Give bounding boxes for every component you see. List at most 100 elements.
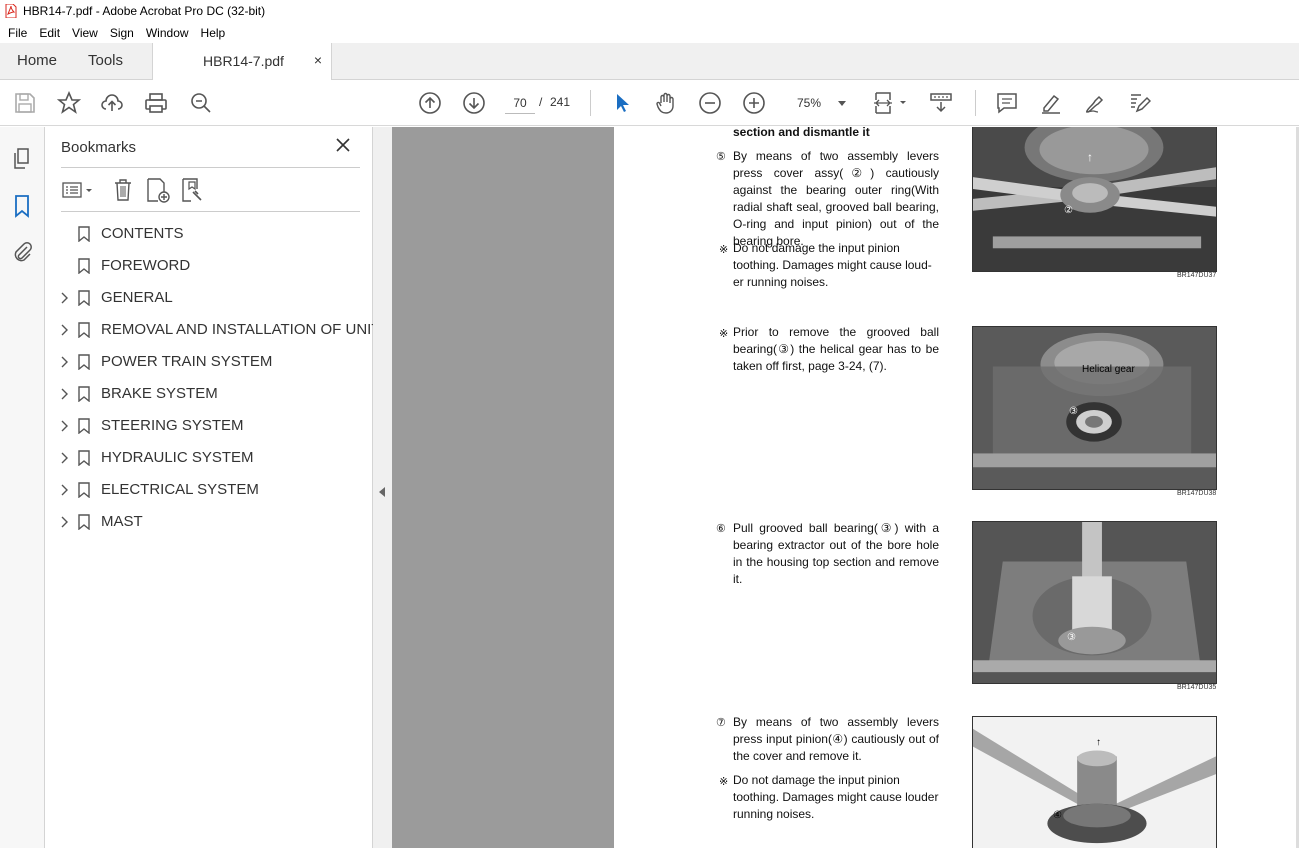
close-panel-icon[interactable] bbox=[335, 137, 351, 153]
collapse-panel-icon[interactable] bbox=[379, 487, 385, 497]
bookmark-contents[interactable]: CONTENTS bbox=[45, 218, 373, 250]
bookmark-options-icon[interactable] bbox=[61, 177, 95, 203]
bookmark-label: MAST bbox=[101, 513, 143, 530]
zoom-level-select[interactable]: 75% bbox=[790, 92, 852, 114]
star-icon[interactable] bbox=[57, 91, 81, 115]
chevron-right-icon[interactable] bbox=[59, 452, 69, 464]
bookmark-label: ELECTRICAL SYSTEM bbox=[101, 481, 259, 498]
bookmark-icon bbox=[78, 322, 90, 339]
bookmark-icon bbox=[78, 226, 90, 243]
bookmark-icon bbox=[78, 514, 90, 531]
bookmark-steering-system[interactable]: STEERING SYSTEM bbox=[45, 410, 373, 442]
comment-icon[interactable] bbox=[995, 91, 1019, 115]
menu-help[interactable]: Help bbox=[195, 26, 232, 40]
print-icon[interactable] bbox=[144, 91, 168, 115]
bookmark-panel-icon[interactable] bbox=[10, 194, 34, 218]
bookmark-hydraulic-system[interactable]: HYDRAULIC SYSTEM bbox=[45, 442, 373, 474]
tab-tools[interactable]: Tools bbox=[88, 43, 123, 79]
panel-splitter[interactable] bbox=[373, 127, 392, 848]
arrow-up-label: ↑ bbox=[1087, 150, 1093, 164]
select-cursor-icon[interactable] bbox=[610, 91, 634, 115]
bookmark-label: CONTENTS bbox=[101, 225, 184, 242]
menu-view[interactable]: View bbox=[66, 26, 104, 40]
bookmark-label: REMOVAL AND INSTALLATION OF UNIT bbox=[101, 321, 381, 338]
find-bookmark-icon[interactable] bbox=[180, 177, 206, 203]
photo-code: BR147DU37 bbox=[1177, 272, 1217, 279]
photo-code: BR147DU38 bbox=[1177, 490, 1217, 497]
document-viewport[interactable]: section and dismantle it ⑤ By means of t… bbox=[392, 127, 1299, 848]
part-4-label: ④ bbox=[1053, 810, 1062, 821]
photo-cover-assy: ↑ ② bbox=[972, 127, 1217, 272]
bookmark-general[interactable]: GENERAL bbox=[45, 282, 373, 314]
part-3-label: ③ bbox=[1069, 406, 1078, 417]
title-bar: HBR14-7.pdf - Adobe Acrobat Pro DC (32-b… bbox=[0, 0, 1299, 22]
chevron-right-icon[interactable] bbox=[59, 388, 69, 400]
bookmark-label: STEERING SYSTEM bbox=[101, 417, 244, 434]
bookmark-icon bbox=[78, 258, 90, 275]
bookmark-electrical-system[interactable]: ELECTRICAL SYSTEM bbox=[45, 474, 373, 506]
document-tab-title: HBR14-7.pdf bbox=[203, 53, 284, 69]
photo-helical-gear: Helical gear ③ bbox=[972, 326, 1217, 490]
menu-sign[interactable]: Sign bbox=[104, 26, 140, 40]
part-2-label: ② bbox=[1064, 205, 1073, 216]
chevron-right-icon[interactable] bbox=[59, 484, 69, 496]
new-bookmark-icon[interactable] bbox=[145, 177, 171, 203]
step-6-text: Pull grooved ball bearing(③) with a bear… bbox=[733, 521, 939, 586]
next-page-icon[interactable] bbox=[462, 91, 486, 115]
bookmark-label: BRAKE SYSTEM bbox=[101, 385, 218, 402]
bookmark-foreword[interactable]: FOREWORD bbox=[45, 250, 373, 282]
bookmark-icon bbox=[78, 386, 90, 403]
panel-divider bbox=[61, 211, 360, 212]
bookmark-icon bbox=[78, 290, 90, 307]
zoom-out-icon[interactable] bbox=[698, 91, 722, 115]
bookmark-brake-system[interactable]: BRAKE SYSTEM bbox=[45, 378, 373, 410]
scroll-mode-icon[interactable] bbox=[929, 91, 953, 115]
bookmark-label: FOREWORD bbox=[101, 257, 191, 274]
pdf-page: section and dismantle it ⑤ By means of t… bbox=[614, 127, 1299, 848]
window-title: HBR14-7.pdf - Adobe Acrobat Pro DC (32-b… bbox=[23, 4, 266, 18]
page-thumbnails-icon[interactable] bbox=[10, 147, 34, 171]
sign-pen-icon[interactable] bbox=[1083, 91, 1107, 115]
chevron-right-icon[interactable] bbox=[59, 324, 69, 336]
note-2-text: Prior to remove the grooved ball bearing… bbox=[733, 325, 939, 373]
acrobat-app-icon bbox=[5, 3, 17, 19]
delete-bookmark-icon[interactable] bbox=[110, 177, 136, 203]
tab-home[interactable]: Home bbox=[17, 43, 57, 79]
previous-page-icon[interactable] bbox=[418, 91, 442, 115]
chevron-right-icon[interactable] bbox=[59, 356, 69, 368]
chevron-right-icon[interactable] bbox=[59, 292, 69, 304]
bookmark-icon bbox=[78, 482, 90, 499]
note-3-text: Do not damage the input pinion toothing.… bbox=[733, 773, 939, 821]
zoom-in-icon[interactable] bbox=[742, 91, 766, 115]
bookmark-mast[interactable]: MAST bbox=[45, 506, 373, 538]
menu-file[interactable]: File bbox=[2, 26, 33, 40]
edit-pdf-icon[interactable] bbox=[1127, 91, 1151, 115]
close-tab-icon[interactable]: × bbox=[314, 52, 322, 68]
chevron-right-icon[interactable] bbox=[59, 420, 69, 432]
save-icon[interactable] bbox=[13, 91, 37, 115]
step-5-marker: ⑤ bbox=[716, 151, 726, 163]
menu-window[interactable]: Window bbox=[140, 26, 195, 40]
bookmark-removal-installation[interactable]: REMOVAL AND INSTALLATION OF UNIT bbox=[45, 314, 381, 346]
total-pages: 241 bbox=[550, 95, 571, 109]
note-1-text: Do not damage the input pinion toothing.… bbox=[733, 241, 932, 289]
arrow-up-label: ↑ bbox=[1096, 737, 1101, 748]
main-toolbar: 70 / 241 75% bbox=[0, 80, 1299, 126]
fit-page-icon[interactable] bbox=[873, 91, 909, 115]
photo-bearing-extractor: ③ bbox=[972, 521, 1217, 684]
attachment-icon[interactable] bbox=[10, 240, 34, 264]
page-number-input[interactable]: 70 bbox=[505, 92, 535, 114]
search-zoom-icon[interactable] bbox=[189, 91, 213, 115]
step-7-text: By means of two assembly levers press in… bbox=[733, 715, 939, 763]
menu-edit[interactable]: Edit bbox=[33, 26, 66, 40]
note-marker: ※ bbox=[719, 776, 729, 788]
hand-tool-icon[interactable] bbox=[654, 91, 678, 115]
page-separator: / bbox=[539, 95, 543, 109]
upload-cloud-icon[interactable] bbox=[100, 91, 124, 115]
bookmark-label: HYDRAULIC SYSTEM bbox=[101, 449, 254, 466]
bookmark-power-train[interactable]: POWER TRAIN SYSTEM bbox=[45, 346, 373, 378]
tab-document[interactable]: HBR14-7.pdf × bbox=[152, 43, 332, 80]
bookmark-icon bbox=[78, 354, 90, 371]
highlight-pen-icon[interactable] bbox=[1039, 91, 1063, 115]
chevron-right-icon[interactable] bbox=[59, 516, 69, 528]
